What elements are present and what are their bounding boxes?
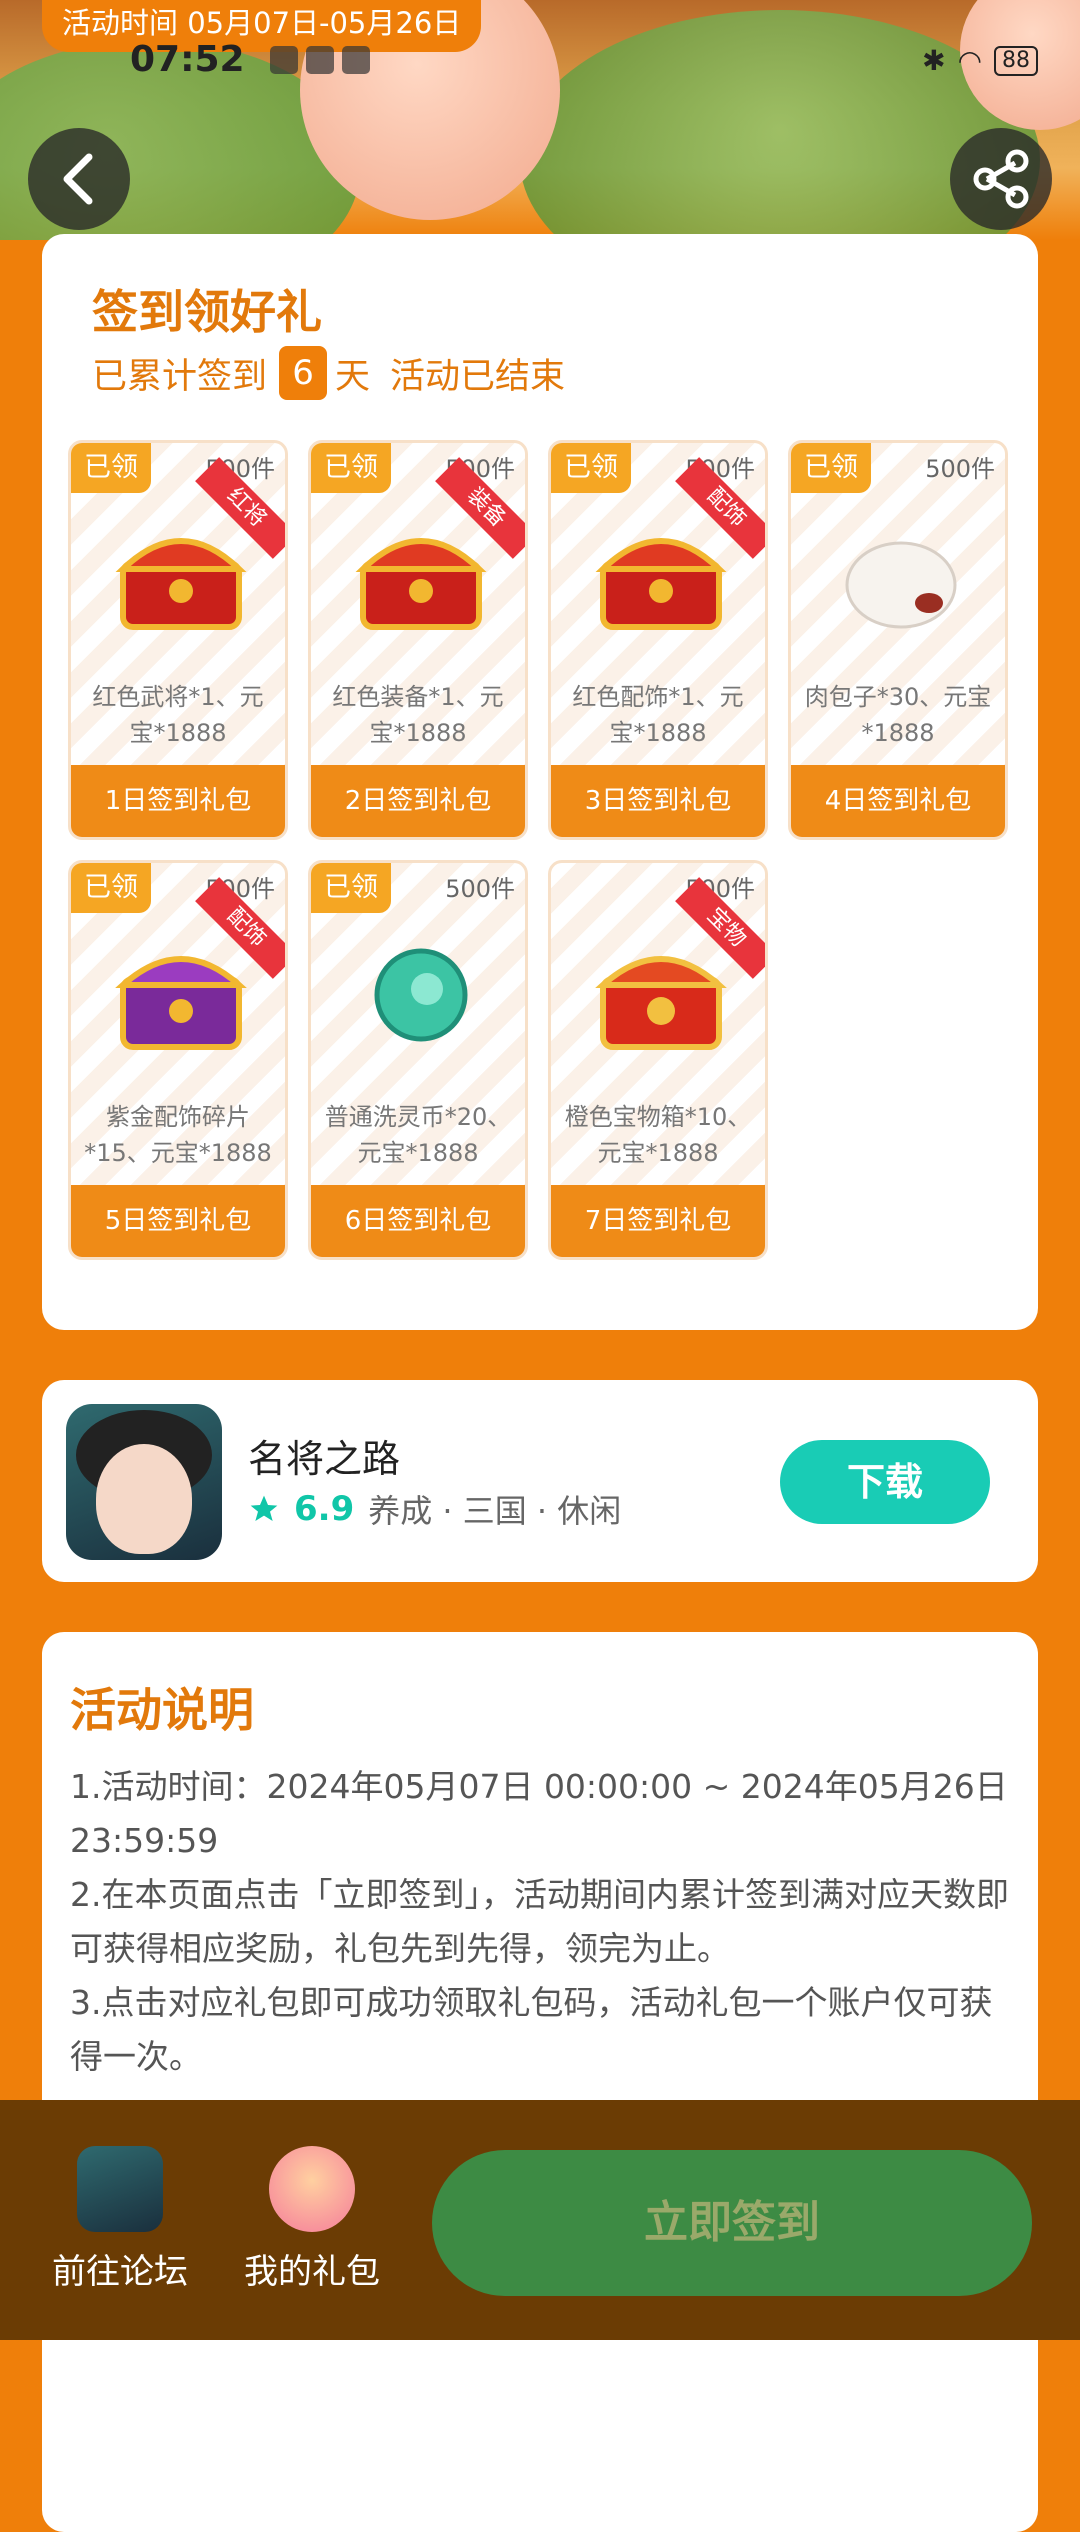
signin-now-button[interactable]: 立即签到 bbox=[432, 2150, 1032, 2296]
gift-description: 肉包子*30、元宝*1888 bbox=[804, 683, 992, 747]
signin-day-count: 6 bbox=[279, 346, 328, 400]
description-line: 1.活动时间：2024年05月07日 00:00:00 ~ 2024年05月26… bbox=[70, 1767, 1008, 1860]
status-bar: 07:52 ✱ ◠ 88 bbox=[0, 40, 1080, 80]
gift-item-day7[interactable]: 500件 宝物 橙色宝物箱*10、元宝*1888 7日签到礼包 bbox=[548, 860, 768, 1260]
status-right: ✱ ◠ 88 bbox=[922, 44, 1038, 77]
gift-item-day5[interactable]: 已领 500件 配饰 紫金配饰碎片*15、元宝*1888 5日签到礼包 bbox=[68, 860, 288, 1260]
gift-label: 3日签到礼包 bbox=[551, 765, 765, 837]
claimed-badge: 已领 bbox=[791, 443, 871, 493]
forum-label: 前往论坛 bbox=[52, 2252, 188, 2292]
signin-card: 签到领好礼 已累计签到 6 天 活动已结束 已领 500件 红将 红色武将*1、… bbox=[42, 234, 1038, 1330]
battery-icon: 88 bbox=[994, 45, 1038, 76]
my-gifts-button[interactable]: 我的礼包 bbox=[232, 2146, 392, 2293]
gift-description: 红色武将*1、元宝*1888 bbox=[92, 683, 264, 747]
gift-icon bbox=[269, 2146, 355, 2232]
steamed-bun-icon bbox=[845, 541, 957, 629]
signin-title: 签到领好礼 bbox=[92, 285, 322, 339]
claimed-badge: 已领 bbox=[551, 443, 631, 493]
notification-icons bbox=[270, 46, 370, 74]
red-chest-icon bbox=[115, 538, 247, 630]
purple-chest-icon bbox=[115, 956, 247, 1050]
gift-item-day1[interactable]: 已领 500件 红将 红色武将*1、元宝*1888 1日签到礼包 bbox=[68, 440, 288, 840]
gift-label: 2日签到礼包 bbox=[311, 765, 525, 837]
chevron-left-icon bbox=[63, 153, 93, 205]
red-chest-icon bbox=[595, 538, 727, 630]
download-button[interactable]: 下载 bbox=[780, 1440, 990, 1524]
game-rating: 6.9 bbox=[294, 1489, 355, 1529]
signin-progress-prefix: 已累计签到 bbox=[92, 356, 268, 397]
game-card[interactable]: 名将之路 6.9 养成 · 三国 · 休闲 下载 bbox=[42, 1380, 1038, 1582]
description-line: 3.点击对应礼包即可成功领取礼包码，活动礼包一个账户仅可获得一次。 bbox=[70, 1983, 993, 2076]
app-notification-icon bbox=[342, 46, 370, 74]
wifi-icon: ◠ bbox=[957, 44, 982, 77]
activity-description-card: 活动说明 1.活动时间：2024年05月07日 00:00:00 ~ 2024年… bbox=[42, 1632, 1038, 2532]
activity-status: 活动已结束 bbox=[390, 356, 566, 397]
red-chest-icon bbox=[355, 538, 487, 630]
forum-icon bbox=[77, 2146, 163, 2232]
star-icon bbox=[250, 1495, 278, 1521]
gift-label: 4日签到礼包 bbox=[791, 765, 1005, 837]
share-icon bbox=[973, 149, 1029, 209]
gift-item-day3[interactable]: 已领 500件 配饰 红色配饰*1、元宝*1888 3日签到礼包 bbox=[548, 440, 768, 840]
app-notification-icon bbox=[270, 46, 298, 74]
claimed-badge: 已领 bbox=[71, 863, 151, 913]
gift-item-day4[interactable]: 已领 500件 肉包子*30、元宝*1888 4日签到礼包 bbox=[788, 440, 1008, 840]
orange-chest-icon bbox=[595, 956, 727, 1050]
claimed-badge: 已领 bbox=[311, 443, 391, 493]
claimed-badge: 已领 bbox=[71, 443, 151, 493]
forum-button[interactable]: 前往论坛 bbox=[40, 2146, 200, 2293]
description-body: 1.活动时间：2024年05月07日 00:00:00 ~ 2024年05月26… bbox=[70, 1760, 1010, 2084]
bottom-action-bar: 前往论坛 我的礼包 立即签到 bbox=[0, 2100, 1080, 2340]
back-button[interactable] bbox=[28, 128, 130, 230]
gift-stock: 500件 bbox=[445, 875, 515, 903]
claimed-badge: 已领 bbox=[311, 863, 391, 913]
share-button[interactable] bbox=[950, 128, 1052, 230]
status-time: 07:52 bbox=[130, 39, 245, 80]
gift-description: 紫金配饰碎片*15、元宝*1888 bbox=[84, 1103, 272, 1167]
description-title: 活动说明 bbox=[70, 1683, 254, 1737]
game-meta: 6.9 养成 · 三国 · 休闲 bbox=[248, 1486, 621, 1532]
signin-progress: 已累计签到 6 天 活动已结束 bbox=[92, 346, 565, 400]
my-gifts-label: 我的礼包 bbox=[244, 2252, 380, 2292]
gift-label: 7日签到礼包 bbox=[551, 1185, 765, 1257]
gift-description: 普通洗灵币*20、元宝*1888 bbox=[324, 1103, 512, 1167]
gift-description: 红色配饰*1、元宝*1888 bbox=[572, 683, 744, 747]
bluetooth-icon: ✱ bbox=[922, 44, 946, 77]
gift-label: 1日签到礼包 bbox=[71, 765, 285, 837]
gift-stock: 500件 bbox=[925, 455, 995, 483]
gift-item-day2[interactable]: 已领 500件 装备 红色装备*1、元宝*1888 2日签到礼包 bbox=[308, 440, 528, 840]
game-app-icon[interactable] bbox=[66, 1404, 222, 1560]
description-line: 2.在本页面点击「立即签到」，活动期间内累计签到满对应天数即可获得相应奖励，礼包… bbox=[70, 1875, 1009, 1968]
game-icon-face bbox=[96, 1444, 192, 1554]
signin-progress-suffix: 天 bbox=[335, 356, 371, 397]
gift-label: 6日签到礼包 bbox=[311, 1185, 525, 1257]
game-tags: 养成 · 三国 · 休闲 bbox=[368, 1492, 622, 1530]
gift-label: 5日签到礼包 bbox=[71, 1185, 285, 1257]
jade-coin-icon bbox=[374, 948, 468, 1042]
gift-description: 橙色宝物箱*10、元宝*1888 bbox=[564, 1103, 752, 1167]
gift-item-day6[interactable]: 已领 500件 普通洗灵币*20、元宝*1888 6日签到礼包 bbox=[308, 860, 528, 1260]
gift-description: 红色装备*1、元宝*1888 bbox=[332, 683, 504, 747]
app-notification-icon bbox=[306, 46, 334, 74]
game-name: 名将之路 bbox=[248, 1437, 401, 1481]
